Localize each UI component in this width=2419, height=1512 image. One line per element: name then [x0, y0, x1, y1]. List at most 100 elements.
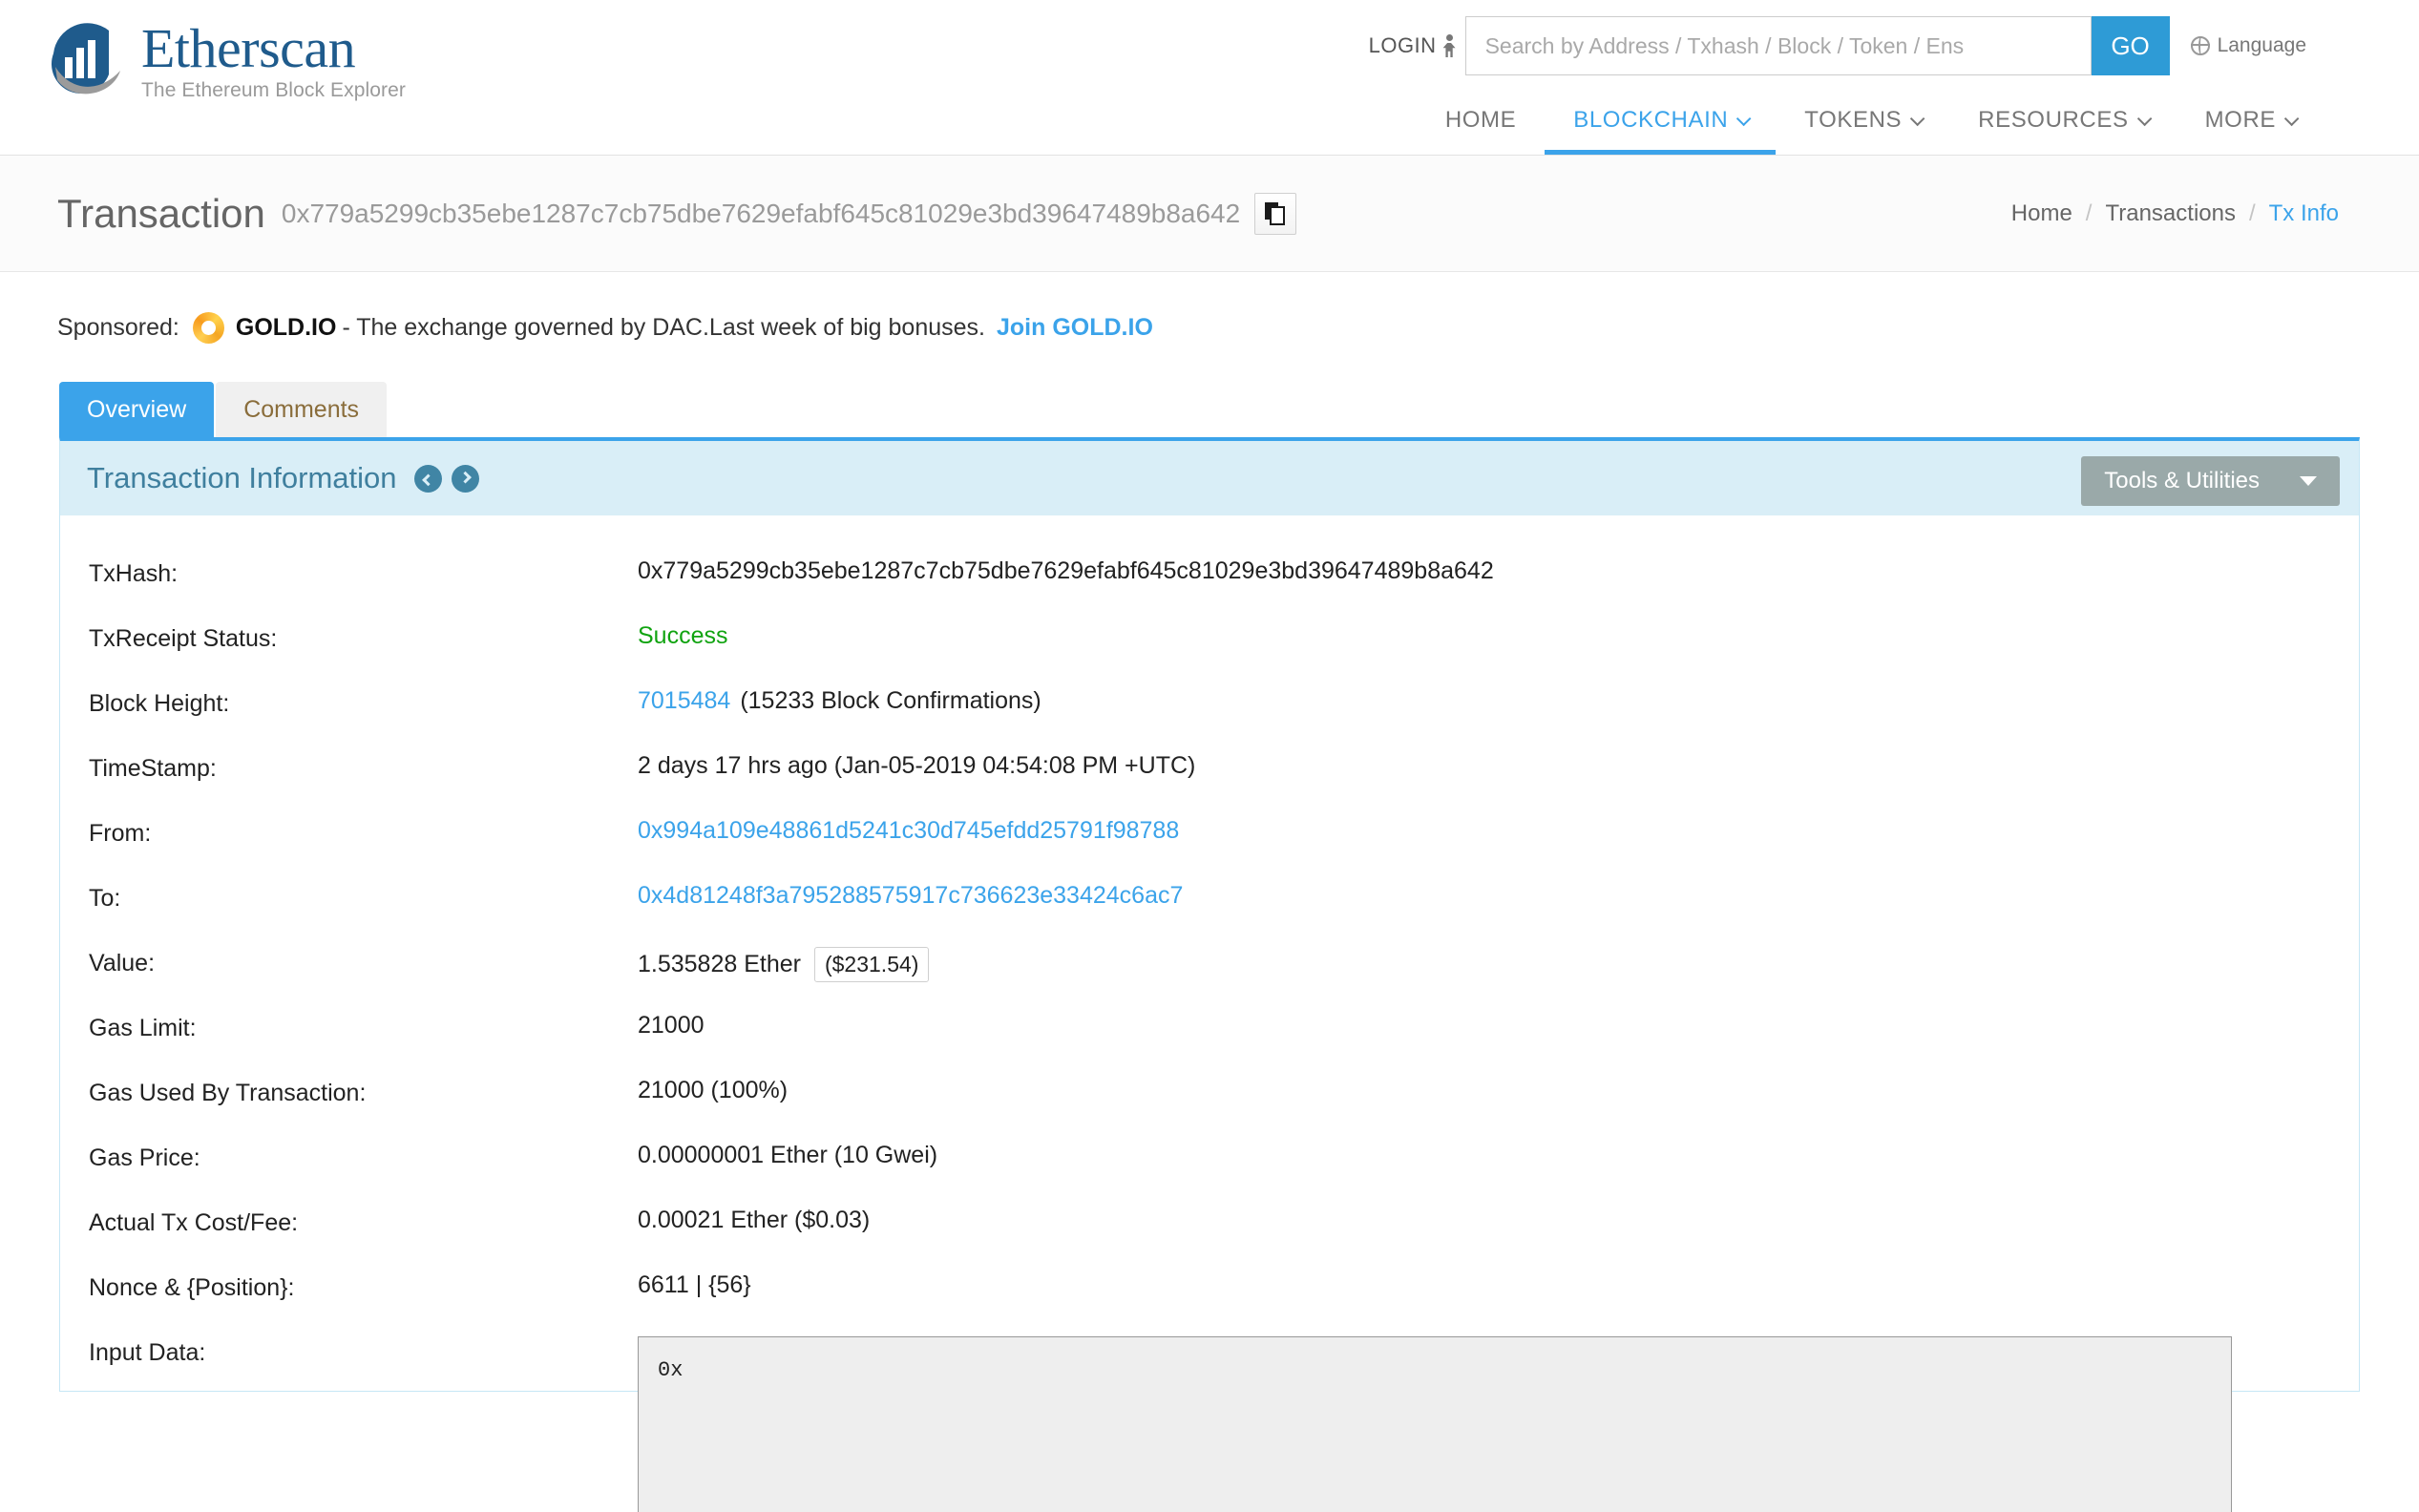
detail-row-tx-fee: Actual Tx Cost/Fee: 0.00021 Ether ($0.03… [60, 1207, 2359, 1271]
detail-value-nonce: 6611 | {56} [638, 1271, 751, 1298]
nav-label: BLOCKCHAIN [1573, 107, 1729, 133]
detail-label: Value: [89, 950, 156, 976]
panel-heading: Transaction Information [87, 461, 397, 494]
detail-label: TxReceipt Status: [89, 625, 278, 652]
nav-label: TOKENS [1804, 107, 1903, 133]
chevron-down-icon [2283, 111, 2300, 126]
detail-label: From: [89, 820, 152, 847]
language-label: Language [2217, 34, 2306, 56]
brand-tagline: The Ethereum Block Explorer [141, 78, 406, 101]
detail-label: Nonce & {Position}: [89, 1274, 295, 1301]
detail-label: To: [89, 885, 121, 912]
detail-row-status: TxReceipt Status: Success [60, 622, 2359, 687]
chevron-down-icon [1736, 111, 1752, 126]
detail-row-value: Value: 1.535828 Ether ($231.54) [60, 947, 2359, 1012]
header-utility-row: LOGIN GO Language [1369, 16, 2306, 75]
block-height-link[interactable]: 7015484 [638, 687, 730, 715]
detail-label: Block Height: [89, 690, 230, 717]
search-box[interactable] [1464, 16, 2092, 75]
to-address-link[interactable]: 0x4d81248f3a795288575917c736623e33424c6a… [638, 882, 1183, 910]
block-confirmations: (15233 Block Confirmations) [740, 687, 1041, 714]
login-label: LOGIN [1368, 33, 1437, 57]
login-link[interactable]: LOGIN [1369, 33, 1456, 58]
tab-comments[interactable]: Comments [216, 382, 388, 437]
etherscan-bars-logo-icon [46, 19, 128, 101]
chevron-right-circle-icon[interactable] [451, 464, 479, 493]
detail-label: TxHash: [89, 560, 179, 587]
nav-item-resources[interactable]: RESOURCES [1949, 107, 2176, 155]
site-logo[interactable]: Etherscan The Ethereum Block Explorer [46, 19, 406, 101]
nav-item-tokens[interactable]: TOKENS [1776, 107, 1949, 155]
detail-value-tx-fee: 0.00021 Ether ($0.03) [638, 1207, 871, 1233]
detail-row-to: To: 0x4d81248f3a795288575917c736623e3342… [60, 882, 2359, 947]
nav-item-blockchain[interactable]: BLOCKCHAIN [1545, 107, 1777, 155]
detail-value-gas-price: 0.00000001 Ether (10 Gwei) [638, 1142, 938, 1168]
value-usd-badge: ($231.54) [813, 947, 930, 982]
page-title-hash: 0x779a5299cb35ebe1287c7cb75dbe7629efabf6… [281, 198, 1241, 228]
breadcrumb: Home / Transactions / Tx Info [2011, 200, 2339, 227]
tab-bar: Overview Comments [0, 382, 2419, 437]
detail-value-gas-limit: 21000 [638, 1012, 705, 1039]
panel-nav-arrows [413, 464, 479, 493]
from-address-link[interactable]: 0x994a109e48861d5241c30d745efdd25791f987… [638, 817, 1179, 845]
detail-row-gas-limit: Gas Limit: 21000 [60, 1012, 2359, 1077]
status-badge: Success [638, 622, 728, 649]
nav-label: MORE [2204, 107, 2276, 133]
detail-row-nonce: Nonce & {Position}: 6611 | {56} [60, 1271, 2359, 1336]
detail-value-timestamp: 2 days 17 hrs ago (Jan-05-2019 04:54:08 … [638, 752, 1196, 779]
chevron-down-icon [2136, 111, 2152, 126]
goldio-swirl-icon [192, 312, 224, 344]
detail-row-from: From: 0x994a109e48861d5241c30d745efdd257… [60, 817, 2359, 882]
nav-item-more[interactable]: MORE [2177, 107, 2324, 155]
search-go-button[interactable]: GO [2091, 16, 2170, 75]
detail-label: Actual Tx Cost/Fee: [89, 1209, 299, 1236]
page-title: Transaction [57, 190, 265, 236]
detail-row-gas-used: Gas Used By Transaction: 21000 (100%) [60, 1077, 2359, 1142]
input-data-textarea[interactable]: 0x [638, 1336, 2232, 1512]
language-selector[interactable]: Language [2190, 34, 2306, 57]
chevron-left-circle-icon[interactable] [413, 464, 442, 493]
nav-label: HOME [1444, 107, 1517, 133]
breadcrumb-item-home[interactable]: Home [2011, 200, 2072, 227]
nav-label: RESOURCES [1978, 107, 2129, 133]
breadcrumb-separator: / [2085, 200, 2093, 226]
transaction-information-panel: Transaction Information Tools & Utilitie… [59, 437, 2360, 1512]
caret-down-icon [2300, 476, 2317, 486]
detail-row-block-height: Block Height: 7015484 (15233 Block Confi… [60, 687, 2359, 752]
detail-label: Gas Limit: [89, 1015, 197, 1041]
breadcrumb-separator: / [2248, 200, 2256, 226]
brand-name: Etherscan [141, 16, 356, 79]
detail-row-timestamp: TimeStamp: 2 days 17 hrs ago (Jan-05-201… [60, 752, 2359, 817]
value-ether: 1.535828 Ether [638, 951, 801, 977]
sponsored-label: Sponsored: [57, 314, 179, 341]
detail-value-txhash: 0x779a5299cb35ebe1287c7cb75dbe7629efabf6… [638, 557, 1494, 584]
detail-value-gas-used: 21000 (100%) [638, 1077, 789, 1103]
sponsored-cta-link[interactable]: Join GOLD.IO [997, 314, 1153, 342]
globe-icon [2190, 36, 2210, 55]
tools-button-label: Tools & Utilities [2104, 468, 2260, 494]
tab-overview[interactable]: Overview [59, 382, 215, 437]
main-navigation: HOME BLOCKCHAIN TOKENS RESOURCES MORE [1417, 107, 2324, 155]
copy-icon[interactable] [1254, 192, 1297, 235]
panel-header: Transaction Information Tools & Utilitie… [60, 441, 2359, 515]
detail-label: Gas Used By Transaction: [89, 1080, 367, 1106]
detail-label: Input Data: [89, 1339, 206, 1366]
detail-label: TimeStamp: [89, 755, 217, 782]
detail-row-input-data: Input Data: 0x [60, 1336, 2359, 1512]
chevron-down-icon [1909, 111, 1925, 126]
breadcrumb-item-tx-info[interactable]: Tx Info [2269, 200, 2339, 227]
sponsored-description: - The exchange governed by DAC.Last week… [342, 314, 985, 341]
nav-item-home[interactable]: HOME [1417, 107, 1545, 155]
detail-row-gas-price: Gas Price: 0.00000001 Ether (10 Gwei) [60, 1142, 2359, 1207]
sponsored-brand[interactable]: GOLD.IO [236, 314, 337, 342]
site-header: Etherscan The Ethereum Block Explorer LO… [0, 0, 2419, 156]
search-input[interactable] [1483, 17, 2091, 74]
person-icon [1443, 34, 1456, 57]
tools-and-utilities-button[interactable]: Tools & Utilities [2081, 456, 2340, 506]
sponsored-banner: Sponsored: GOLD.IO - The exchange govern… [0, 272, 2419, 344]
detail-label: Gas Price: [89, 1144, 200, 1171]
page-title-bar: Transaction 0x779a5299cb35ebe1287c7cb75d… [0, 156, 2419, 272]
breadcrumb-item-transactions[interactable]: Transactions [2105, 200, 2236, 227]
transaction-details-list: TxHash: 0x779a5299cb35ebe1287c7cb75dbe76… [60, 515, 2359, 1512]
detail-row-txhash: TxHash: 0x779a5299cb35ebe1287c7cb75dbe76… [60, 557, 2359, 622]
